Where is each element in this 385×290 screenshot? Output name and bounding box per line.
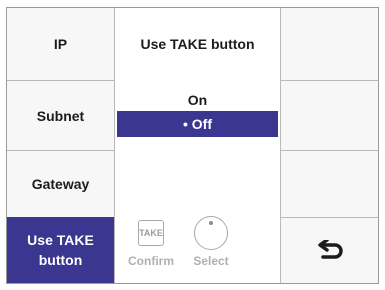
settings-screen: IP Subnet Gateway Use TAKE button Use TA… — [0, 0, 385, 290]
panel-title: Use TAKE button — [140, 36, 255, 52]
menu-item-label: Gateway — [31, 176, 90, 192]
knob-indicator — [209, 221, 213, 225]
option-off[interactable]: • Off — [117, 111, 278, 137]
select-control: Select — [181, 216, 241, 280]
menu-item-ip[interactable]: IP — [7, 8, 114, 80]
select-label: Select — [193, 254, 229, 268]
menu-item-subnet[interactable]: Subnet — [7, 80, 114, 150]
menu-item-label: Use TAKE button — [27, 232, 94, 268]
back-button[interactable] — [281, 217, 378, 283]
menu-item-empty — [281, 8, 378, 80]
take-button-icon: TAKE — [138, 220, 164, 246]
menu-item-empty — [281, 150, 378, 217]
menu-item-label: Subnet — [36, 107, 85, 124]
confirm-label: Confirm — [128, 254, 174, 268]
return-arrow-icon — [317, 239, 343, 259]
select-knob-icon — [194, 216, 228, 250]
menu-item-label: IP — [53, 36, 68, 52]
menu-item-gateway[interactable]: Gateway — [7, 150, 114, 217]
option-panel: Use TAKE button On • Off TAKE Confirm Se… — [115, 8, 280, 283]
menu-grid: IP Subnet Gateway Use TAKE button Use TA… — [6, 7, 379, 284]
menu-item-use-take-button[interactable]: Use TAKE button — [7, 217, 114, 283]
menu-item-empty — [281, 80, 378, 150]
option-on[interactable]: On — [117, 87, 278, 113]
confirm-control: TAKE Confirm — [121, 220, 181, 280]
